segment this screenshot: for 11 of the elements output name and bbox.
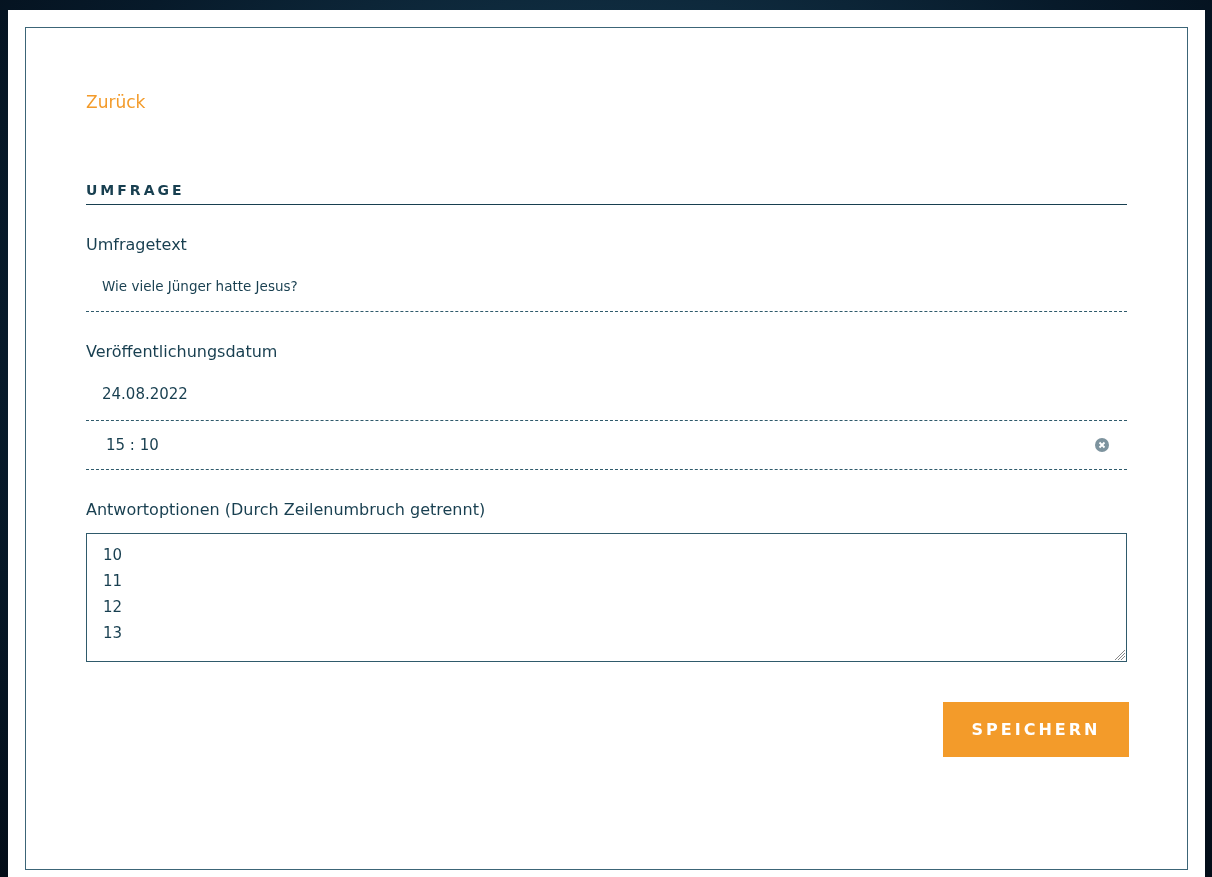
text-field[interactable]: 24.08.2022 — [86, 375, 1127, 421]
section-title: UMFRAGE — [86, 182, 185, 198]
text-field[interactable]: Wie viele Jünger hatte Jesus? — [86, 268, 1127, 312]
resize-handle-icon[interactable] — [1113, 648, 1125, 660]
field-label: Veröffentlichungsdatum — [86, 342, 278, 361]
clear-icon[interactable] — [1095, 438, 1109, 452]
field-label: Umfragetext — [86, 235, 187, 254]
time-value: 15 : 10 — [106, 436, 159, 454]
field-label: Antwortoptionen (Durch Zeilenumbruch getrennt) — [86, 500, 486, 519]
time-field[interactable]: 15 : 10 — [86, 421, 1127, 470]
answer-box[interactable]: 10 11 12 13 — [86, 533, 1127, 662]
